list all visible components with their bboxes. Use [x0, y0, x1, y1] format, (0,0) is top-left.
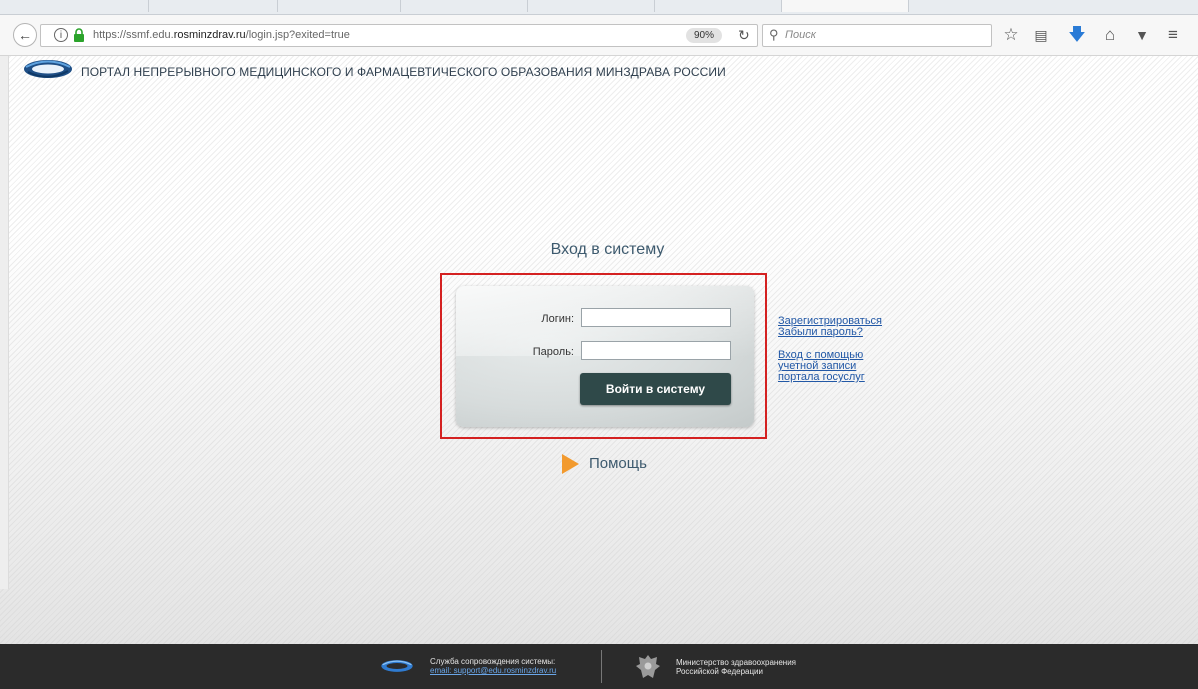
ministry-line1: Министерство здравоохранения [676, 658, 796, 667]
back-arrow-icon: ← [18, 27, 32, 43]
reading-list-icon[interactable]: ▤ [1030, 24, 1052, 46]
browser-tab[interactable] [1040, 0, 1198, 12]
portal-title: ПОРТАЛ НЕПРЕРЫВНОГО МЕДИЦИНСКОГО И ФАРМА… [81, 65, 726, 79]
login-button[interactable]: Войти в систему [580, 373, 731, 405]
footer: Служба сопровождения системы: email: sup… [0, 644, 1198, 689]
gosuslugi-login-link-line3[interactable]: портала госуслуг [778, 372, 882, 383]
portal-logo-small [381, 660, 413, 672]
lock-icon [74, 28, 84, 42]
url-domain: rosminzdrav.ru [173, 29, 246, 41]
forgot-password-link[interactable]: Забыли пароль? [778, 327, 882, 338]
reload-icon[interactable]: ↻ [738, 27, 750, 44]
browser-tab[interactable] [655, 0, 782, 12]
bookmark-star-icon[interactable]: ☆ [1000, 24, 1022, 46]
support-block: Служба сопровождения системы: email: sup… [430, 657, 556, 675]
password-input[interactable] [581, 341, 731, 360]
browser-toolbar: ← i https://ssmf.edu.rosminzdrav.ru/logi… [0, 15, 1198, 56]
search-icon: ⚲ [769, 27, 779, 42]
back-button[interactable]: ← [13, 23, 37, 47]
support-title: Служба сопровождения системы: [430, 657, 556, 666]
page-body: ПОРТАЛ НЕПРЕРЫВНОГО МЕДИЦИНСКОГО И ФАРМА… [0, 56, 1198, 644]
password-label: Пароль: [532, 346, 574, 358]
login-input[interactable] [581, 308, 731, 327]
url-suffix: /login.jsp?exited=true [245, 29, 350, 41]
login-form: Логин: Пароль: Войти в систему [456, 286, 754, 427]
portal-header: ПОРТАЛ НЕПРЕРЫВНОГО МЕДИЦИНСКОГО И ФАРМА… [0, 56, 1198, 92]
play-arrow-icon [562, 454, 579, 474]
ministry-block: Министерство здравоохранения Российской … [676, 658, 796, 676]
info-icon[interactable]: i [54, 28, 68, 42]
zoom-level[interactable]: 90% [686, 28, 722, 43]
home-icon[interactable]: ⌂ [1099, 24, 1121, 46]
menu-icon[interactable]: ≡ [1162, 24, 1184, 46]
footer-divider [601, 650, 602, 683]
browser-tab[interactable] [0, 0, 149, 12]
auth-links: Зарегистрироваться Забыли пароль? Вход с… [778, 316, 882, 383]
browser-tab[interactable] [278, 0, 401, 12]
search-placeholder: Поиск [785, 29, 816, 41]
browser-tab[interactable] [149, 0, 278, 12]
portal-logo[interactable] [22, 58, 74, 80]
search-bar[interactable]: ⚲ Поиск [762, 24, 992, 47]
browser-tab[interactable] [401, 0, 528, 12]
page: ПОРТАЛ НЕПРЕРЫВНОГО МЕДИЦИНСКОГО И ФАРМА… [0, 56, 1198, 689]
url-prefix: https://ssmf.edu. [93, 29, 174, 41]
pocket-icon[interactable]: ▼ [1131, 24, 1153, 46]
browser-tab-strip [0, 0, 1198, 15]
support-email-link[interactable]: email: support@edu.rosminzdrav.ru [430, 666, 556, 675]
url-bar[interactable]: i https://ssmf.edu.rosminzdrav.ru/login.… [40, 24, 758, 47]
login-heading: Вход в систему [550, 241, 665, 258]
help-label: Помощь [589, 455, 647, 472]
url-text: https://ssmf.edu.rosminzdrav.ru/login.js… [93, 29, 350, 41]
ministry-line2: Российской Федерации [676, 667, 763, 676]
login-label: Логин: [541, 313, 574, 325]
page-left-edge [0, 56, 9, 589]
browser-tab[interactable] [528, 0, 655, 12]
browser-tab-active[interactable] [782, 0, 909, 12]
download-icon[interactable]: 🡇 [1066, 24, 1088, 46]
eagle-emblem-icon [636, 655, 660, 678]
